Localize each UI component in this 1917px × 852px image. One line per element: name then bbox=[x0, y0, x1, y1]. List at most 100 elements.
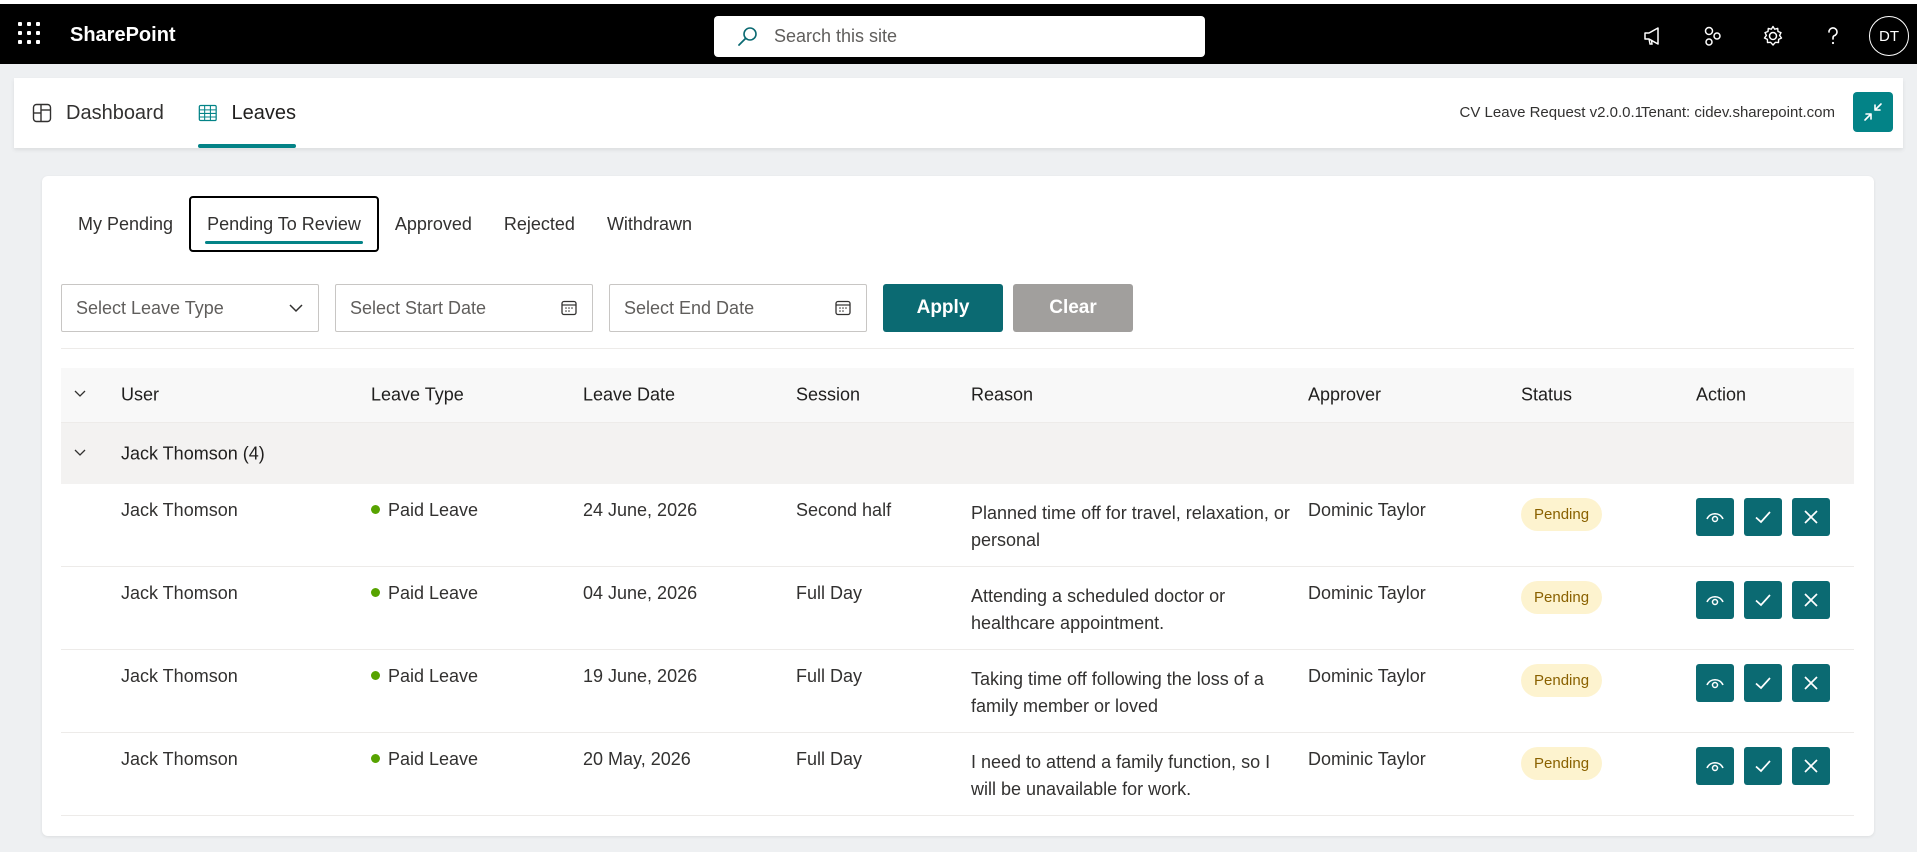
cell-user: Jack Thomson bbox=[121, 500, 238, 520]
status-badge: Pending bbox=[1521, 747, 1603, 780]
approve-button[interactable] bbox=[1744, 498, 1782, 536]
site-search-box[interactable] bbox=[714, 16, 1205, 57]
apply-button[interactable]: Apply bbox=[883, 284, 1003, 332]
approve-button[interactable] bbox=[1744, 581, 1782, 619]
collapse-all-toggle[interactable] bbox=[73, 385, 87, 406]
close-icon bbox=[1804, 510, 1818, 524]
column-header-leave-date[interactable]: Leave Date bbox=[583, 385, 675, 406]
user-avatar[interactable]: DT bbox=[1869, 16, 1909, 56]
cell-leave-type: Paid Leave bbox=[371, 749, 478, 770]
status-badge: Pending bbox=[1521, 664, 1603, 697]
app-launcher-icon[interactable] bbox=[18, 22, 40, 44]
column-header-session[interactable]: Session bbox=[796, 385, 860, 406]
cell-approver: Dominic Taylor bbox=[1308, 749, 1426, 769]
view-button[interactable] bbox=[1696, 498, 1734, 536]
column-header-user[interactable]: User bbox=[121, 385, 159, 406]
search-icon bbox=[738, 26, 757, 46]
reject-button[interactable] bbox=[1792, 747, 1830, 785]
table-header: User Leave Type Leave Date Session Reaso… bbox=[61, 368, 1854, 422]
status-badge: Pending bbox=[1521, 498, 1603, 531]
column-header-approver[interactable]: Approver bbox=[1308, 385, 1381, 406]
tenant-label: Tenant: cidev.sharepoint.com bbox=[1641, 104, 1835, 121]
eye-icon bbox=[1706, 596, 1724, 606]
close-icon bbox=[1804, 593, 1818, 607]
cell-reason: Attending a scheduled doctor or healthca… bbox=[971, 586, 1226, 633]
app-header: Dashboard Leaves CV Leave Request v2.0.0… bbox=[14, 78, 1903, 148]
cell-actions bbox=[1696, 664, 1840, 702]
end-date-picker[interactable]: Select End Date bbox=[609, 284, 867, 332]
tab-rejected[interactable]: Rejected bbox=[488, 196, 591, 252]
calendar-icon bbox=[561, 300, 577, 316]
clear-button[interactable]: Clear bbox=[1013, 284, 1133, 332]
chevron-down-icon bbox=[289, 304, 303, 313]
leaves-table: User Leave Type Leave Date Session Reaso… bbox=[61, 368, 1854, 816]
tab-my-pending[interactable]: My Pending bbox=[62, 196, 189, 252]
cell-session: Full Day bbox=[796, 583, 863, 603]
checkmark-icon bbox=[1755, 594, 1771, 607]
cell-leave-type: Paid Leave bbox=[371, 583, 478, 604]
reject-button[interactable] bbox=[1792, 498, 1830, 536]
cell-approver: Dominic Taylor bbox=[1308, 583, 1426, 603]
tab-withdrawn[interactable]: Withdrawn bbox=[591, 196, 708, 252]
cell-user: Jack Thomson bbox=[121, 666, 238, 686]
cell-reason: I need to attend a family function, so I… bbox=[971, 752, 1271, 799]
leave-type-dot bbox=[371, 754, 380, 763]
column-header-status[interactable]: Status bbox=[1521, 385, 1572, 406]
filter-bar: Select Leave Type Select Start Date Sele… bbox=[61, 284, 1133, 332]
nav-tab-label: Dashboard bbox=[66, 101, 164, 124]
leave-type-dot bbox=[371, 505, 380, 514]
cell-actions bbox=[1696, 498, 1840, 536]
view-button[interactable] bbox=[1696, 747, 1734, 785]
gear-icon[interactable] bbox=[1743, 12, 1803, 60]
megaphone-icon[interactable] bbox=[1623, 12, 1683, 60]
cell-leave-type: Paid Leave bbox=[371, 500, 478, 521]
table-row[interactable]: Jack Thomson Paid Leave 20 May, 2026 Ful… bbox=[61, 733, 1854, 816]
view-button[interactable] bbox=[1696, 664, 1734, 702]
close-icon bbox=[1804, 759, 1818, 773]
cell-session: Full Day bbox=[796, 666, 863, 686]
table-row[interactable]: Jack Thomson Paid Leave 19 June, 2026 Fu… bbox=[61, 650, 1854, 733]
help-icon[interactable] bbox=[1803, 12, 1863, 60]
eye-icon bbox=[1706, 762, 1724, 772]
reject-button[interactable] bbox=[1792, 581, 1830, 619]
collapse-arrows-icon bbox=[1864, 103, 1882, 121]
chevron-down-icon bbox=[74, 449, 86, 456]
column-header-action: Action bbox=[1696, 384, 1747, 405]
approve-button[interactable] bbox=[1744, 747, 1782, 785]
start-date-picker[interactable]: Select Start Date bbox=[335, 284, 593, 332]
group-toggle[interactable] bbox=[73, 443, 87, 464]
cell-leave-date: 20 May, 2026 bbox=[583, 749, 691, 769]
cell-leave-type: Paid Leave bbox=[371, 666, 478, 687]
table-row[interactable]: Jack Thomson Paid Leave 04 June, 2026 Fu… bbox=[61, 567, 1854, 650]
suite-bar: SharePoint DT bbox=[0, 0, 1917, 64]
table-row[interactable]: Jack Thomson Paid Leave 24 June, 2026 Se… bbox=[61, 484, 1854, 567]
nav-tab-dashboard[interactable]: Dashboard bbox=[32, 78, 164, 148]
reject-button[interactable] bbox=[1792, 664, 1830, 702]
chevron-down-icon bbox=[74, 390, 86, 397]
suite-actions: DT bbox=[1623, 12, 1917, 60]
cell-status: Pending bbox=[1521, 747, 1603, 780]
close-icon bbox=[1804, 676, 1818, 690]
search-input[interactable] bbox=[774, 26, 1174, 47]
brand-title[interactable]: SharePoint bbox=[70, 24, 176, 47]
share-network-icon[interactable] bbox=[1683, 12, 1743, 60]
cell-status: Pending bbox=[1521, 581, 1603, 614]
collapse-button[interactable] bbox=[1853, 92, 1893, 132]
leave-type-dropdown[interactable]: Select Leave Type bbox=[61, 284, 319, 332]
approve-button[interactable] bbox=[1744, 664, 1782, 702]
nav-tab-label: Leaves bbox=[231, 101, 297, 124]
date-placeholder: Select End Date bbox=[624, 297, 755, 318]
eye-icon bbox=[1706, 513, 1724, 523]
group-header[interactable]: Jack Thomson (4) bbox=[61, 422, 1854, 484]
nav-tab-leaves[interactable]: Leaves bbox=[198, 78, 296, 148]
view-button[interactable] bbox=[1696, 581, 1734, 619]
dropdown-placeholder: Select Leave Type bbox=[76, 297, 224, 318]
checkmark-icon bbox=[1755, 760, 1771, 773]
column-header-reason[interactable]: Reason bbox=[971, 382, 1291, 409]
status-tabs: My Pending Pending To Review Approved Re… bbox=[62, 196, 708, 252]
leave-type-dot bbox=[371, 671, 380, 680]
column-header-leave-type[interactable]: Leave Type bbox=[371, 385, 464, 406]
tab-approved[interactable]: Approved bbox=[379, 196, 488, 252]
cell-user: Jack Thomson bbox=[121, 583, 238, 603]
tab-pending-to-review[interactable]: Pending To Review bbox=[189, 196, 379, 252]
